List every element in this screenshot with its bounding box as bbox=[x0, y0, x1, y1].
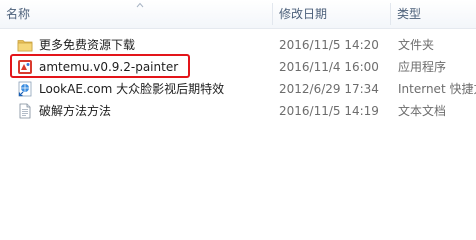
file-name: 破解方法方法 bbox=[39, 104, 112, 118]
file-date: 2016/11/4 16:00 bbox=[279, 60, 379, 74]
file-row-lookae[interactable]: LookAE.com 大众脸影视后期特效 2012/6/29 17:34 Int… bbox=[0, 78, 476, 100]
file-name: amtemu.v0.9.2-painter bbox=[39, 60, 179, 74]
file-type: 文件夹 bbox=[398, 38, 435, 52]
file-type: Internet 快捷方式 bbox=[398, 82, 476, 96]
file-date: 2012/6/29 17:34 bbox=[279, 82, 379, 96]
column-header-type[interactable]: 类型 bbox=[391, 0, 476, 28]
file-name: LookAE.com 大众脸影视后期特效 bbox=[39, 82, 225, 96]
text-document-icon bbox=[19, 103, 31, 119]
sort-ascending-icon bbox=[136, 2, 144, 8]
file-date: 2016/11/5 14:19 bbox=[279, 104, 379, 118]
column-header-type-label: 类型 bbox=[397, 7, 422, 21]
column-header-bar: 名称 修改日期 类型 bbox=[0, 0, 476, 29]
folder-icon bbox=[17, 40, 33, 52]
file-row-crack-method[interactable]: 破解方法方法 2016/11/5 14:19 文本文档 bbox=[0, 100, 476, 122]
column-header-date-label: 修改日期 bbox=[279, 7, 328, 21]
application-icon bbox=[18, 60, 32, 74]
file-type: 应用程序 bbox=[398, 60, 447, 74]
file-type: 文本文档 bbox=[398, 104, 447, 118]
internet-shortcut-icon bbox=[18, 81, 32, 97]
file-row-amtemu[interactable]: amtemu.v0.9.2-painter 2016/11/4 16:00 应用… bbox=[0, 56, 476, 78]
file-row-resources-folder[interactable]: 更多免费资源下载 2016/11/5 14:20 文件夹 bbox=[0, 34, 476, 56]
column-header-date[interactable]: 修改日期 bbox=[273, 0, 390, 28]
column-header-name-label: 名称 bbox=[6, 7, 31, 21]
file-date: 2016/11/5 14:20 bbox=[279, 38, 379, 52]
file-name: 更多免费资源下载 bbox=[39, 38, 136, 52]
